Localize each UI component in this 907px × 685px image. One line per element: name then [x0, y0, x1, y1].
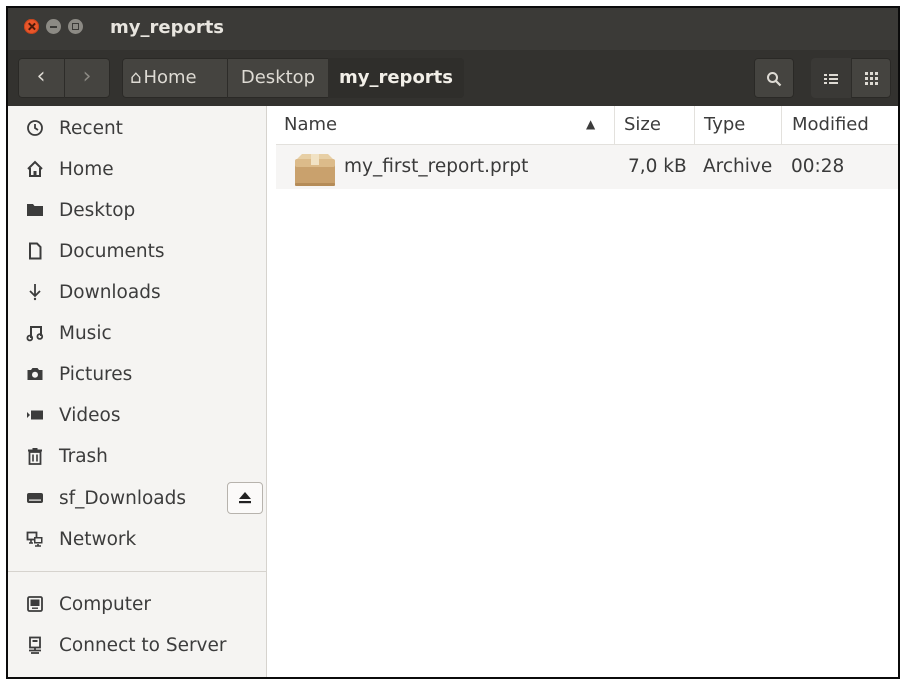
drive-icon [24, 489, 46, 511]
grid-view-button[interactable] [851, 58, 891, 98]
sidebar-item-label: Recent [59, 118, 123, 139]
sidebar-item-videos[interactable]: Videos [8, 397, 266, 437]
sidebar-item-label: Downloads [59, 282, 161, 303]
sidebar-item-label: Trash [59, 446, 108, 467]
search-button[interactable] [754, 58, 794, 98]
folder-icon [24, 201, 46, 223]
sidebar-item-desktop[interactable]: Desktop [8, 192, 266, 232]
sidebar-item-home[interactable]: Home [8, 151, 266, 191]
download-icon [24, 283, 46, 305]
sidebar-item-label: sf_Downloads [59, 488, 186, 509]
breadcrumb-current[interactable]: my_reports [328, 58, 464, 98]
column-header-row: Name ▲ Size Type Modified [276, 106, 898, 145]
clock-icon [24, 119, 46, 141]
list-view-icon [824, 73, 838, 84]
places-sidebar: Recent Home Desktop Documents Downloads [8, 106, 267, 677]
document-icon [24, 242, 46, 264]
eject-icon [239, 492, 251, 504]
sort-ascending-icon: ▲ [586, 117, 596, 131]
column-header-name[interactable]: Name [284, 106, 337, 144]
column-divider[interactable] [694, 106, 695, 144]
sidebar-separator [8, 571, 266, 572]
sidebar-item-label: Desktop [59, 200, 136, 221]
sidebar-item-downloads[interactable]: Downloads [8, 274, 266, 314]
column-divider[interactable] [781, 106, 782, 144]
sidebar-item-recent[interactable]: Recent [8, 110, 266, 150]
chevron-left-icon: ‹ [36, 64, 46, 89]
breadcrumb-home-label: Home [143, 67, 197, 88]
breadcrumb-desktop[interactable]: Desktop [227, 58, 329, 98]
sidebar-item-label: Documents [59, 241, 165, 262]
column-header-size[interactable]: Size [624, 106, 661, 144]
server-icon [24, 636, 46, 658]
file-manager-window: my_reports ‹ › ⌂Home Desktop my_reports [6, 6, 900, 679]
camera-icon [24, 365, 46, 387]
view-toggle [811, 58, 891, 98]
file-modified: 00:28 [791, 156, 845, 177]
sidebar-item-label: Music [59, 323, 112, 344]
video-icon [24, 406, 46, 428]
breadcrumb-home[interactable]: ⌂ Home [130, 58, 197, 98]
trash-icon [24, 447, 46, 469]
forward-button[interactable]: › [64, 58, 110, 98]
sidebar-item-trash[interactable]: Trash [8, 438, 266, 478]
music-icon [24, 324, 46, 346]
sidebar-item-label: Computer [59, 594, 151, 615]
toolbar: ‹ › ⌂ Home Desktop my_reports [8, 50, 898, 106]
sidebar-item-pictures[interactable]: Pictures [8, 356, 266, 396]
eject-button[interactable] [227, 482, 263, 514]
package-icon [295, 154, 335, 186]
sidebar-item-label: Pictures [59, 364, 133, 385]
sidebar-item-label: Videos [59, 405, 121, 426]
sidebar-item-network[interactable]: Network [8, 521, 266, 561]
close-window-button[interactable] [24, 19, 39, 34]
computer-icon [24, 595, 46, 617]
sidebar-item-music[interactable]: Music [8, 315, 266, 355]
back-button[interactable]: ‹ [18, 58, 65, 98]
network-icon [24, 530, 46, 552]
sidebar-item-computer[interactable]: Computer [8, 586, 266, 626]
breadcrumb: ⌂ Home Desktop my_reports [122, 58, 464, 98]
file-name: my_first_report.prpt [344, 156, 529, 177]
table-row[interactable]: my_first_report.prpt 7,0 kB Archive 00:2… [276, 145, 898, 189]
window-title: my_reports [110, 17, 225, 38]
sidebar-item-documents[interactable]: Documents [8, 233, 266, 273]
home-icon [24, 160, 46, 182]
sidebar-item-label: Network [59, 529, 137, 550]
sidebar-item-sf-downloads[interactable]: sf_Downloads [8, 480, 266, 520]
column-header-type[interactable]: Type [704, 106, 745, 144]
navigation-buttons: ‹ › [18, 58, 110, 98]
minimize-window-button[interactable] [46, 19, 61, 34]
file-size: 7,0 kB [628, 156, 687, 177]
sidebar-item-connect-to-server[interactable]: Connect to Server [8, 627, 266, 667]
search-icon [767, 71, 782, 86]
file-type: Archive [703, 156, 773, 177]
chevron-right-icon: › [82, 64, 92, 89]
sidebar-item-label: Connect to Server [59, 635, 227, 656]
grid-view-icon [864, 72, 878, 85]
sidebar-item-label: Home [59, 159, 114, 180]
home-icon: ⌂ [130, 67, 142, 88]
column-header-modified[interactable]: Modified [792, 106, 869, 144]
column-divider[interactable] [614, 106, 615, 144]
file-list: Name ▲ Size Type Modified my_first_repor… [276, 106, 898, 677]
title-bar: my_reports [8, 8, 898, 50]
list-view-button[interactable] [811, 58, 852, 98]
maximize-window-button[interactable] [68, 19, 83, 34]
